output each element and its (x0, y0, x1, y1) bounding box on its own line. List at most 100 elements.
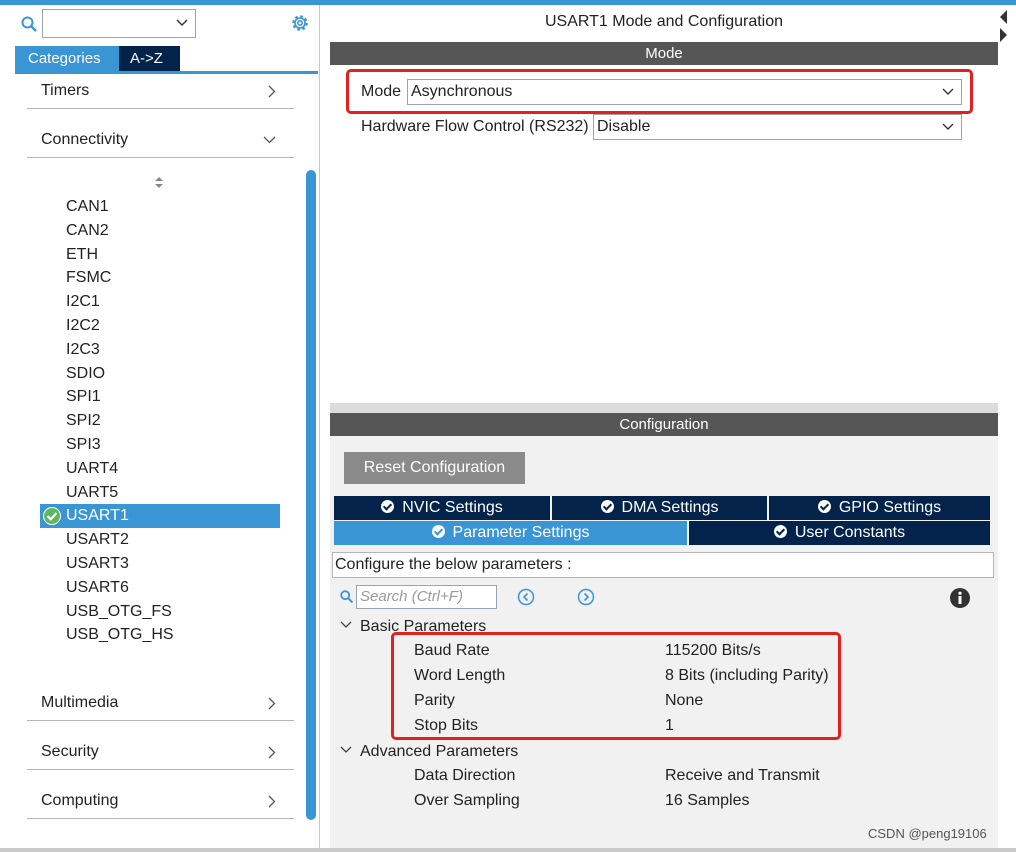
parameter-value[interactable]: Receive and Transmit (665, 767, 820, 785)
peripheral-label: USART2 (66, 531, 129, 549)
next-result-icon[interactable] (577, 588, 595, 606)
peripheral-item[interactable]: I2C1 (40, 290, 280, 314)
hwflow-select[interactable]: Disable (593, 114, 962, 140)
tab-a-z[interactable]: A->Z (119, 46, 180, 71)
peripheral-label: FSMC (66, 269, 112, 287)
parameter-row[interactable]: Data Direction Receive and Transmit (414, 764, 974, 789)
peripheral-item[interactable]: USART1 (40, 504, 280, 529)
tab-gpio-settings[interactable]: GPIO Settings (769, 496, 990, 520)
reset-configuration-button[interactable]: Reset Configuration (344, 452, 525, 484)
chevron-down-icon (942, 123, 954, 130)
peripheral-item[interactable]: CAN1 (40, 195, 280, 219)
peripheral-item[interactable]: ETH (40, 243, 280, 267)
info-icon[interactable] (949, 587, 971, 609)
sort-up-down-icon[interactable] (154, 177, 164, 188)
check-circle-icon (773, 525, 787, 538)
peripheral-label: USART1 (66, 507, 129, 525)
group-label: Advanced Parameters (360, 743, 519, 760)
chevron-right-icon (268, 746, 276, 759)
category-label: Computing (41, 792, 119, 809)
tab-dma-settings[interactable]: DMA Settings (552, 496, 767, 520)
peripheral-list: CAN1 CAN2 ETH FSMC I2C1 I2C2 I2C3 SDIO SPI1 SPI2 S… (40, 195, 280, 647)
tab-label: DMA Settings (621, 499, 719, 516)
search-combo[interactable] (42, 9, 196, 38)
chevron-down-icon (340, 746, 352, 753)
categories-panel: Categories A->Z Timers Connectivity CAN1… (0, 5, 320, 852)
configure-instructions: Configure the below parameters : (332, 552, 994, 578)
chevron-right-icon (268, 85, 276, 98)
peripheral-item[interactable]: SPI2 (40, 409, 280, 433)
peripheral-item[interactable]: USART2 (40, 528, 280, 552)
category-label: Connectivity (41, 131, 129, 148)
tab-label: GPIO Settings (838, 499, 942, 516)
peripheral-label: CAN2 (66, 221, 109, 239)
configuration-header: Configuration (330, 413, 998, 436)
bottom-bar (0, 848, 1016, 852)
tab-parameter-settings[interactable]: Parameter Settings (334, 521, 687, 545)
peripheral-label: USART3 (66, 554, 129, 572)
advanced-parameters-header[interactable]: Advanced Parameters (340, 743, 518, 761)
peripheral-item[interactable]: CAN2 (40, 219, 280, 243)
tab-label: NVIC Settings (402, 499, 503, 516)
peripheral-item[interactable]: USB_OTG_FS (40, 600, 280, 624)
search-icon[interactable] (21, 16, 37, 32)
check-circle-icon (381, 500, 395, 513)
tab-categories[interactable]: Categories (15, 46, 119, 71)
peripheral-item[interactable]: FSMC (40, 266, 280, 290)
peripheral-item[interactable]: I2C3 (40, 338, 280, 362)
parameter-row[interactable]: Over Sampling 16 Samples (414, 789, 974, 814)
expand-right-icon[interactable] (1000, 28, 1007, 42)
peripheral-item[interactable]: SPI1 (40, 385, 280, 409)
peripheral-item[interactable]: UART5 (40, 481, 280, 505)
peripheral-label: UART5 (66, 483, 119, 501)
check-circle-icon (43, 507, 61, 526)
hwflow-value: Disable (597, 118, 651, 135)
peripheral-label: I2C3 (66, 340, 100, 358)
check-circle-icon (817, 500, 831, 513)
parameter-value[interactable]: 16 Samples (665, 792, 750, 810)
peripheral-item[interactable]: USB_OTG_HS (40, 623, 280, 647)
peripheral-label: I2C2 (66, 316, 100, 334)
category-label: Timers (41, 82, 90, 99)
mode-header: Mode (330, 42, 998, 65)
category-computing[interactable]: Computing (27, 783, 294, 819)
chevron-down-icon (263, 136, 276, 144)
parameter-search-input[interactable]: Search (Ctrl+F) (356, 585, 497, 609)
peripheral-item[interactable]: UART4 (40, 457, 280, 481)
check-circle-icon (600, 500, 614, 513)
gear-icon[interactable] (290, 13, 310, 33)
chevron-right-icon (268, 697, 276, 710)
category-label: Multimedia (41, 694, 119, 711)
peripheral-item[interactable]: USART6 (40, 576, 280, 600)
peripheral-label: SPI3 (66, 435, 101, 453)
panel-divider[interactable] (330, 403, 998, 413)
category-security[interactable]: Security (27, 734, 294, 770)
peripheral-label: CAN1 (66, 198, 109, 215)
search-icon (340, 590, 353, 603)
category-timers[interactable]: Timers (27, 73, 294, 109)
chevron-right-icon (268, 795, 276, 808)
tab-nvic-settings[interactable]: NVIC Settings (334, 496, 550, 520)
check-circle-icon (431, 525, 445, 538)
category-connectivity[interactable]: Connectivity (27, 122, 294, 158)
page-title: USART1 Mode and Configuration (544, 13, 784, 30)
peripheral-label: SPI1 (66, 388, 101, 406)
collapse-left-icon[interactable] (1000, 10, 1007, 24)
previous-result-icon[interactable] (517, 588, 535, 606)
chevron-down-icon (176, 19, 188, 26)
peripheral-item[interactable]: I2C2 (40, 314, 280, 338)
chevron-down-icon (340, 621, 352, 628)
peripheral-label: SDIO (66, 364, 106, 382)
peripheral-item[interactable]: SDIO (40, 362, 280, 386)
tab-label: Parameter Settings (452, 524, 590, 541)
hwflow-label: Hardware Flow Control (RS232) (361, 118, 589, 135)
mode-area (330, 5, 998, 405)
category-multimedia[interactable]: Multimedia (27, 685, 294, 721)
vertical-scrollbar[interactable] (306, 170, 316, 820)
parameter-name: Data Direction (414, 767, 516, 784)
tab-user-constants[interactable]: User Constants (689, 521, 990, 545)
peripheral-item[interactable]: USART3 (40, 552, 280, 576)
peripheral-label: USART6 (66, 578, 129, 596)
peripheral-label: UART4 (66, 459, 119, 477)
peripheral-item[interactable]: SPI3 (40, 433, 280, 457)
